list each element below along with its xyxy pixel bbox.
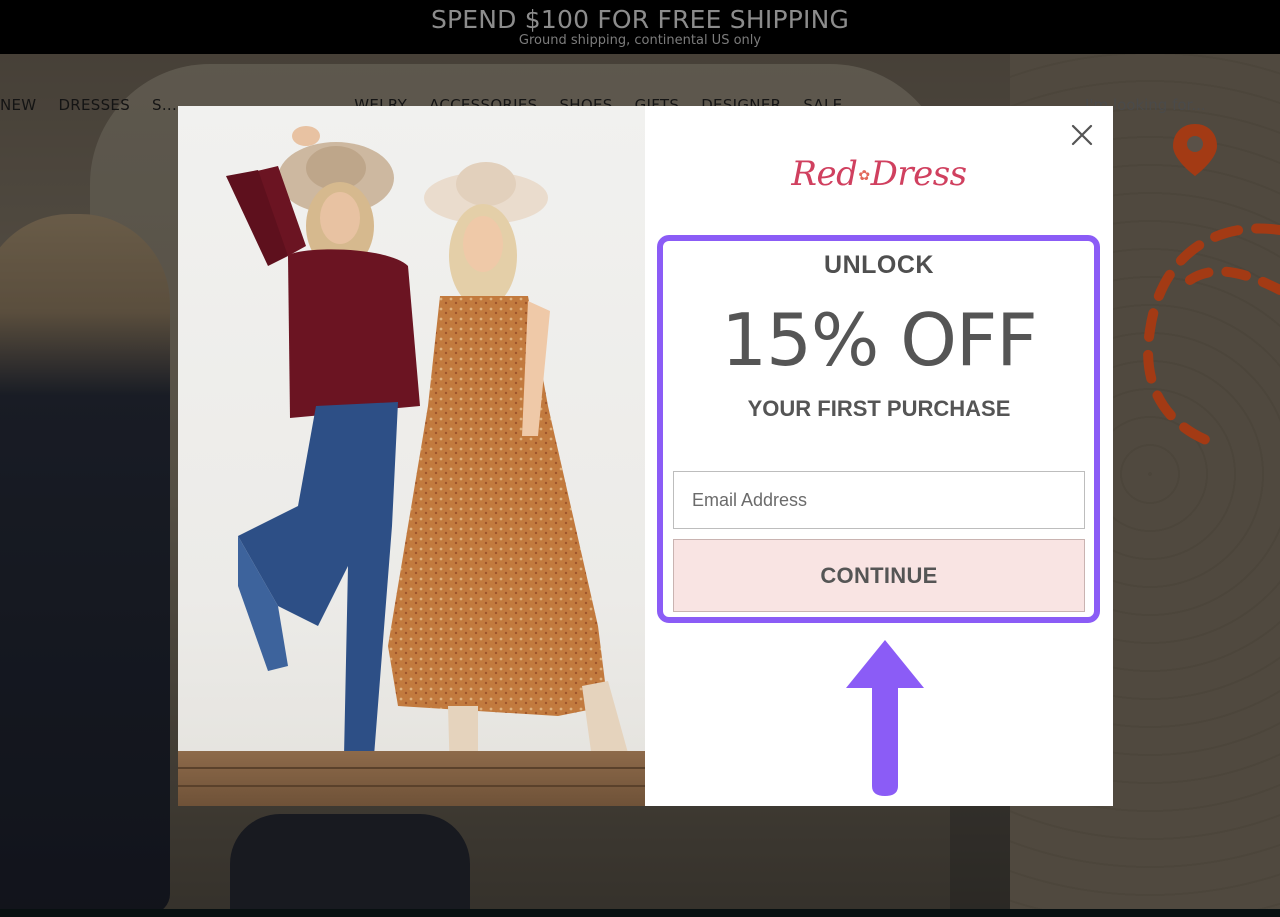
popup-subheading: YOUR FIRST PURCHASE	[747, 396, 1011, 421]
brand-logo: Red✿Dress	[645, 154, 1113, 194]
popup-heading: UNLOCK	[824, 251, 934, 279]
shipping-headline: SPEND $100 FOR FREE SHIPPING	[430, 5, 850, 34]
logo-text-dress: Dress	[870, 154, 968, 194]
shipping-subline: Ground shipping, continental US only	[518, 33, 762, 48]
flower-icon: ✿	[858, 168, 870, 184]
models-photo	[178, 106, 645, 806]
announcement-bar: SPEND $100 FOR FREE SHIPPING Ground ship…	[0, 0, 1280, 54]
logo-text-red: Red	[791, 154, 858, 194]
discount-popup: Red✿Dress UNLOCK 15% OFF YOUR FIRST PURC…	[178, 106, 1113, 806]
dashed-route-icon	[1143, 223, 1280, 450]
email-field[interactable]	[673, 471, 1085, 529]
nav-item-new[interactable]: NEW	[0, 96, 36, 114]
discount-amount: 15% OFF	[721, 298, 1037, 382]
wooden-floor	[178, 751, 645, 806]
models-illustration	[226, 126, 640, 802]
map-pin-icon	[1173, 124, 1217, 176]
continue-button[interactable]: CONTINUE	[673, 539, 1085, 612]
nav-item-dresses[interactable]: DRESSES	[58, 96, 130, 114]
nav-item-partial[interactable]: S...	[152, 96, 177, 114]
close-icon[interactable]	[1069, 122, 1095, 148]
annotation-arrow-up-icon	[846, 640, 924, 796]
